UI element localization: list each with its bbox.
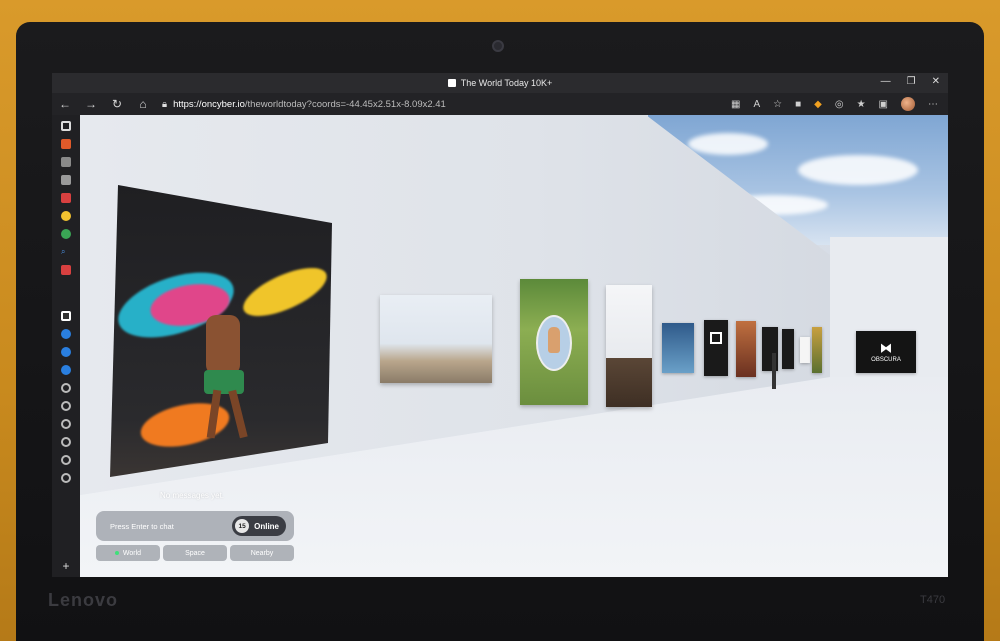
tab-favicon-icon bbox=[447, 79, 456, 87]
cloud bbox=[688, 133, 768, 155]
tab-nearby-label: Nearby bbox=[250, 549, 274, 557]
artwork-obscura-sign[interactable]: ⧓ OBSCURA bbox=[856, 331, 916, 373]
home-icon[interactable]: ⌂ bbox=[130, 97, 156, 111]
sidebar-app-icon-1[interactable] bbox=[61, 139, 71, 149]
favorite-star-icon[interactable]: ☆ bbox=[773, 99, 782, 110]
artwork-small-4[interactable] bbox=[812, 327, 822, 373]
chrome-icon[interactable] bbox=[61, 211, 71, 221]
sidebar-circle-icon-5[interactable] bbox=[61, 455, 71, 465]
artwork-obscura-3[interactable] bbox=[782, 329, 794, 369]
extension-icon-1[interactable]: ■ bbox=[795, 99, 801, 110]
address-bar[interactable]: 🔒︎ https://oncyber.io/theworldtoday?coor… bbox=[162, 99, 446, 110]
active-tab-icon[interactable] bbox=[61, 311, 71, 321]
laptop-model: T470 bbox=[920, 594, 946, 606]
figure-shorts bbox=[204, 370, 244, 394]
figure-body bbox=[206, 315, 240, 375]
chrome-icon-2[interactable] bbox=[61, 229, 71, 239]
collections-icon[interactable]: ▣ bbox=[879, 99, 888, 110]
url-path: /theworldtoday?coords=-44.45x2.51x-8.09x… bbox=[244, 98, 446, 110]
artwork-small-3[interactable] bbox=[800, 337, 810, 363]
sidebar-app-icon-5[interactable] bbox=[61, 265, 71, 275]
toolbar-icons: ▦ A ☆ ■ ◆ ◎ ★ ▣ ⋯ bbox=[731, 97, 938, 111]
chat-empty-message: No messages yet. bbox=[160, 491, 225, 500]
sidebar-circle-icon-2[interactable] bbox=[61, 401, 71, 411]
screen: The World Today 10K+ — ❐ ✕ ← → ↻ ⌂ 🔒︎ ht… bbox=[52, 73, 948, 577]
reader-view-icon[interactable]: ▦ bbox=[731, 99, 740, 110]
sidebar-circle-icon-3[interactable] bbox=[61, 419, 71, 429]
cloud bbox=[798, 155, 918, 185]
tab-title: The World Today 10K+ bbox=[460, 78, 553, 88]
laptop-brand: Lenovo bbox=[48, 590, 119, 610]
plume-yellow bbox=[236, 258, 332, 326]
extension-icon-3[interactable]: ◎ bbox=[835, 99, 844, 110]
drop-icon-3[interactable] bbox=[61, 365, 71, 375]
sidebar-app-icon-2[interactable] bbox=[61, 157, 71, 167]
chat-tabs: World Space Nearby bbox=[96, 545, 294, 561]
obscura-sign-text: OBSCURA bbox=[871, 357, 901, 363]
sidebar-app-icon-4[interactable] bbox=[61, 193, 71, 203]
hand bbox=[548, 327, 560, 353]
tab-nearby[interactable]: Nearby bbox=[230, 545, 294, 561]
profile-avatar[interactable] bbox=[901, 97, 915, 111]
sidebar-app-icon-3[interactable] bbox=[61, 175, 71, 185]
webcam-icon bbox=[492, 40, 504, 52]
artwork-colorful-fabric[interactable] bbox=[110, 185, 332, 477]
avatar-figure bbox=[772, 353, 776, 389]
maximize-button[interactable]: ❐ bbox=[907, 76, 916, 87]
tabs-icon[interactable] bbox=[61, 121, 71, 131]
tab-space-label: Space bbox=[185, 549, 205, 557]
artwork-small-2[interactable] bbox=[736, 321, 756, 377]
refresh-icon[interactable]: ↻ bbox=[104, 97, 130, 111]
favorites-icon[interactable]: ★ bbox=[857, 99, 866, 110]
close-button[interactable]: ✕ bbox=[932, 76, 940, 87]
chat-prompt: Press Enter to chat bbox=[110, 521, 174, 531]
back-arrow-icon[interactable]: ← bbox=[52, 97, 78, 111]
browser-sidebar: ⌕ + bbox=[52, 115, 80, 577]
more-menu-icon[interactable]: ⋯ bbox=[928, 99, 938, 110]
tab-space[interactable]: Space bbox=[163, 545, 227, 561]
artwork-hand-mirror[interactable] bbox=[520, 279, 588, 405]
minimize-button[interactable]: — bbox=[881, 76, 891, 87]
sidebar-circle-icon-6[interactable] bbox=[61, 473, 71, 483]
tab-title-group[interactable]: The World Today 10K+ bbox=[447, 78, 553, 88]
active-dot-icon bbox=[114, 551, 119, 555]
online-label: Online bbox=[254, 521, 279, 531]
tab-world[interactable]: World bbox=[96, 545, 160, 561]
obscura-mark-icon: ⧓ bbox=[880, 341, 892, 355]
artwork-tower[interactable] bbox=[606, 285, 652, 407]
search-icon[interactable]: ⌕ bbox=[61, 247, 71, 257]
drop-icon-2[interactable] bbox=[61, 347, 71, 357]
figure-leg bbox=[228, 389, 248, 439]
sidebar-circle-icon-4[interactable] bbox=[61, 437, 71, 447]
browser-toolbar: ← → ↻ ⌂ 🔒︎ https://oncyber.io/theworldto… bbox=[52, 93, 948, 115]
extension-icon-2[interactable]: ◆ bbox=[814, 99, 822, 110]
read-aloud-icon[interactable]: A bbox=[753, 99, 760, 110]
sidebar-circle-icon-1[interactable] bbox=[61, 383, 71, 393]
browser-titlebar: The World Today 10K+ — ❐ ✕ bbox=[52, 73, 948, 93]
artwork-beach-birds[interactable] bbox=[380, 295, 492, 383]
chat-input-panel[interactable]: Press Enter to chat 15 Online bbox=[96, 511, 294, 541]
drop-icon-1[interactable] bbox=[61, 329, 71, 339]
artwork-obscura-1[interactable] bbox=[704, 320, 728, 376]
window-controls: — ❐ ✕ bbox=[881, 76, 940, 87]
online-status-pill[interactable]: 15 Online bbox=[232, 516, 286, 536]
forward-arrow-icon[interactable]: → bbox=[78, 97, 104, 111]
lock-icon: 🔒︎ bbox=[162, 98, 168, 110]
obscura-logo-icon bbox=[710, 332, 722, 344]
3d-gallery-viewport[interactable]: ⧓ OBSCURA No messages yet. Press Enter t… bbox=[80, 115, 948, 577]
add-icon[interactable]: + bbox=[62, 559, 69, 573]
artwork-small-1[interactable] bbox=[662, 323, 694, 373]
tab-world-label: World bbox=[122, 549, 142, 557]
url-host: https://oncyber.io bbox=[173, 98, 245, 110]
online-count: 15 bbox=[235, 519, 250, 533]
